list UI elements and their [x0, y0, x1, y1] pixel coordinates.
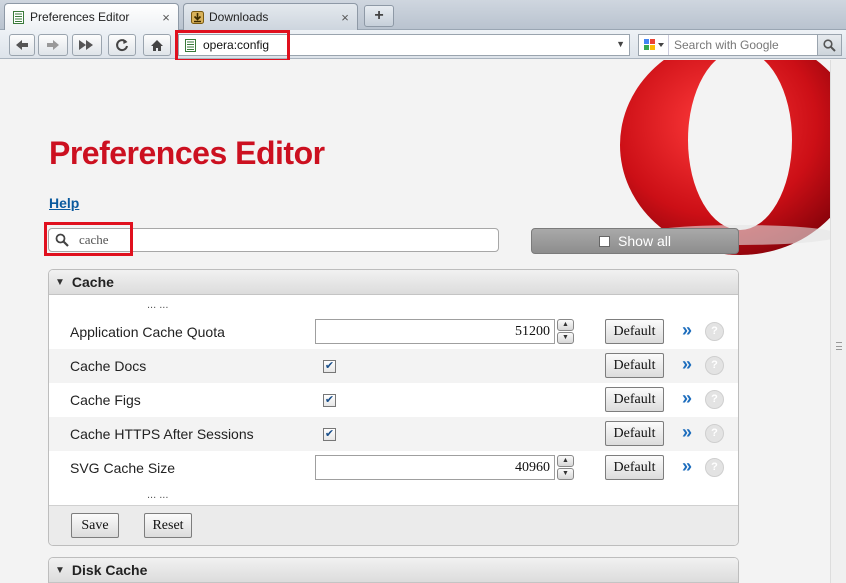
pref-label: Cache Figs — [70, 392, 141, 408]
default-button[interactable]: Default — [605, 387, 664, 412]
help-icon[interactable]: ? — [705, 424, 724, 443]
pref-label: Cache HTTPS After Sessions — [70, 426, 254, 442]
search-highlight-box — [44, 222, 133, 256]
save-button[interactable]: Save — [71, 513, 119, 538]
pref-value-input[interactable]: 40960 — [315, 455, 555, 480]
more-info-icon[interactable]: » — [682, 388, 692, 409]
tab-bar: Preferences Editor × Downloads × + — [0, 0, 846, 30]
show-all-toggle[interactable]: Show all — [531, 228, 739, 254]
help-icon[interactable]: ? — [705, 322, 724, 341]
fast-forward-button[interactable] — [72, 34, 102, 56]
default-button[interactable]: Default — [605, 353, 664, 378]
section-header[interactable]: ▼ Disk Cache — [49, 558, 738, 583]
collapse-triangle-icon[interactable]: ▼ — [55, 565, 65, 576]
spin-down-icon[interactable]: ▼ — [557, 332, 574, 344]
default-button[interactable]: Default — [605, 319, 664, 344]
forward-button[interactable] — [38, 34, 68, 56]
tab-downloads[interactable]: Downloads × — [183, 3, 358, 30]
navigation-toolbar: opera:config ▼ Search with Google — [0, 30, 846, 59]
more-info-icon[interactable]: » — [682, 320, 692, 341]
search-input[interactable]: Search with Google — [669, 38, 817, 52]
tab-preferences-editor[interactable]: Preferences Editor × — [4, 3, 179, 30]
google-icon[interactable] — [639, 35, 669, 55]
scrollbar[interactable] — [830, 60, 846, 583]
close-icon[interactable]: × — [160, 10, 172, 25]
value-spinner[interactable]: ▲ ▼ — [557, 319, 574, 344]
spin-down-icon[interactable]: ▼ — [557, 468, 574, 480]
search-button[interactable] — [817, 35, 841, 55]
default-button[interactable]: Default — [605, 421, 664, 446]
more-info-icon[interactable]: » — [682, 354, 692, 375]
reload-button[interactable] — [108, 34, 136, 56]
help-link[interactable]: Help — [49, 195, 79, 211]
download-icon — [190, 10, 204, 24]
pref-row: SVG Cache Size 40960 ▲ ▼ Default » ? — [49, 451, 738, 485]
pref-row: Cache Docs ✔ Default » ? — [49, 349, 738, 383]
back-arrow-icon — [16, 40, 28, 50]
reset-button[interactable]: Reset — [144, 513, 192, 538]
pref-checkbox[interactable]: ✔ — [323, 360, 336, 373]
help-icon[interactable]: ? — [705, 390, 724, 409]
hidden-items-ellipsis: ... ... — [147, 299, 169, 311]
pref-value-input[interactable]: 51200 — [315, 319, 555, 344]
tab-label: Downloads — [209, 10, 269, 24]
page-content: Preferences Editor Help cache Show all ▼… — [0, 60, 830, 583]
search-bar[interactable]: Search with Google — [638, 34, 842, 56]
value-spinner[interactable]: ▲ ▼ — [557, 455, 574, 480]
search-icon — [823, 38, 836, 52]
section-disk-cache: ▼ Disk Cache — [48, 557, 739, 583]
section-header[interactable]: ▼ Cache — [49, 270, 738, 295]
close-icon[interactable]: × — [339, 10, 351, 25]
fast-forward-icon — [79, 40, 93, 50]
pref-row: Cache Figs ✔ Default » ? — [49, 383, 738, 417]
more-info-icon[interactable]: » — [682, 422, 692, 443]
spin-up-icon[interactable]: ▲ — [557, 455, 574, 467]
address-highlight-box — [175, 30, 290, 62]
home-icon — [151, 39, 163, 51]
default-button[interactable]: Default — [605, 455, 664, 480]
scroll-grip[interactable] — [836, 342, 842, 350]
pref-label: Cache Docs — [70, 358, 147, 374]
page-icon — [11, 10, 25, 24]
new-tab-button[interactable]: + — [364, 5, 394, 27]
hidden-items-ellipsis: ... ... — [147, 489, 169, 501]
section-title: Cache — [71, 274, 114, 290]
pref-row: Cache HTTPS After Sessions ✔ Default » ? — [49, 417, 738, 451]
dropdown-arrow-icon[interactable]: ▼ — [616, 39, 625, 49]
pref-checkbox[interactable]: ✔ — [323, 394, 336, 407]
show-all-label: Show all — [618, 233, 671, 249]
reload-icon — [116, 39, 128, 52]
pref-label: Application Cache Quota — [70, 324, 225, 340]
spin-up-icon[interactable]: ▲ — [557, 319, 574, 331]
section-title: Disk Cache — [71, 562, 148, 578]
collapse-triangle-icon[interactable]: ▼ — [55, 277, 65, 288]
home-button[interactable] — [143, 34, 171, 56]
tab-label: Preferences Editor — [30, 10, 130, 24]
page-title: Preferences Editor — [49, 135, 325, 171]
pref-label: SVG Cache Size — [70, 460, 176, 476]
more-info-icon[interactable]: » — [682, 456, 692, 477]
help-icon[interactable]: ? — [705, 458, 724, 477]
pref-row: Application Cache Quota 51200 ▲ ▼ Default… — [49, 315, 738, 349]
show-all-checkbox[interactable] — [599, 235, 611, 247]
forward-arrow-icon — [47, 40, 59, 50]
help-icon[interactable]: ? — [705, 356, 724, 375]
section-footer: Save Reset — [49, 505, 738, 545]
pref-checkbox[interactable]: ✔ — [323, 428, 336, 441]
section-cache: ▼ Cache ... ... Application Cache Quota … — [48, 269, 739, 546]
back-button[interactable] — [9, 34, 35, 56]
